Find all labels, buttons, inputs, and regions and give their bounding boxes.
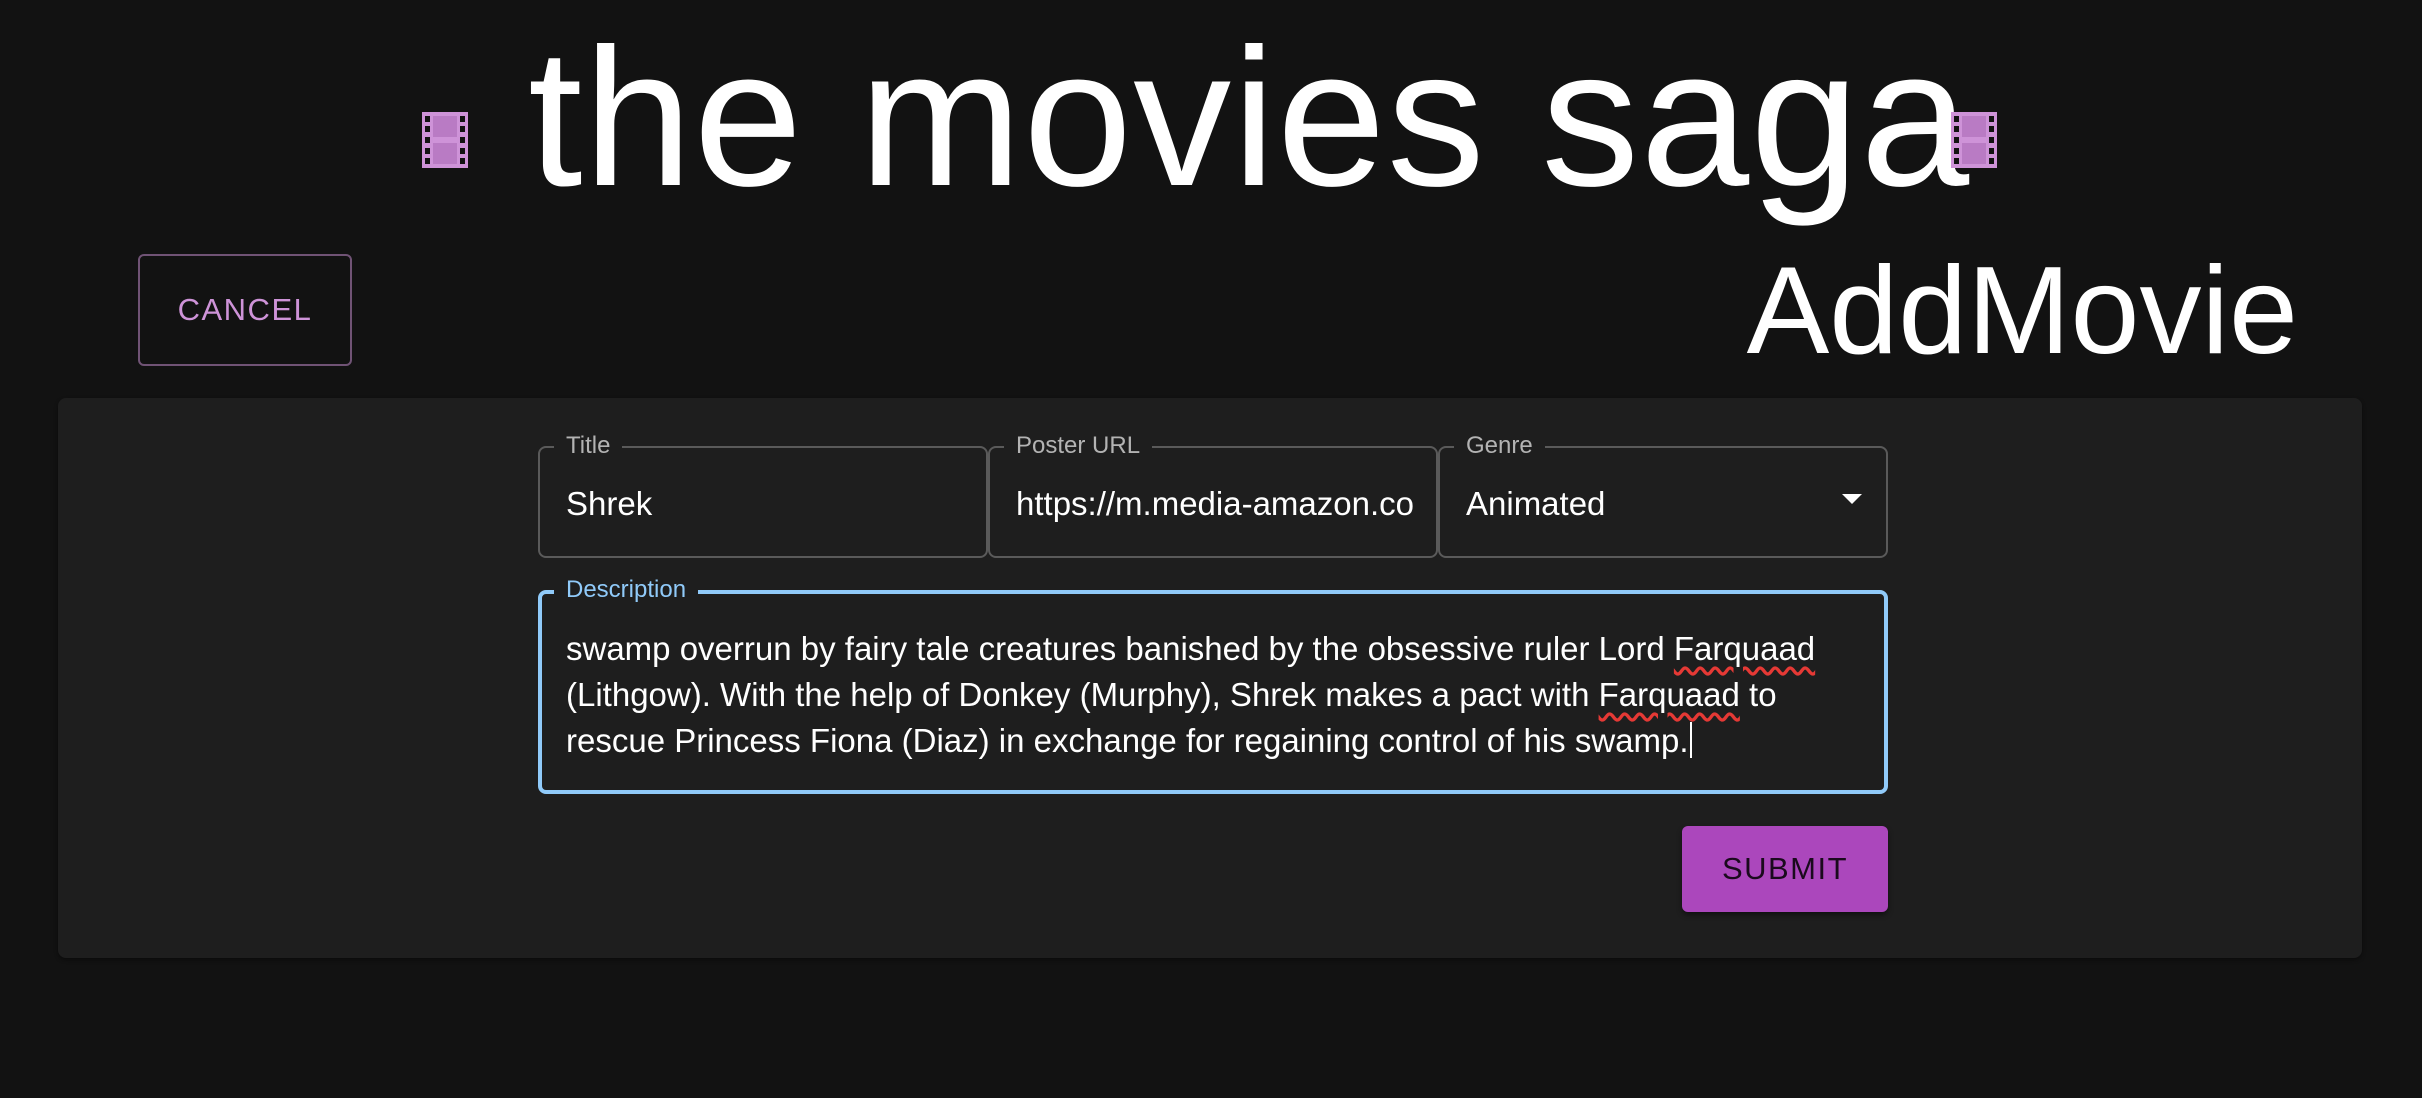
misspelled-word: Farquaad <box>1673 630 1816 667</box>
description-textarea[interactable]: swamp overrun by fairy tale creatures ba… <box>566 626 1860 764</box>
description-text: swamp overrun by fairy tale creatures ba… <box>566 630 1674 667</box>
poster-url-input[interactable]: https://m.media-amazon.co <box>1016 482 1426 526</box>
genre-selected-value[interactable]: Animated <box>1466 482 1876 526</box>
submit-button[interactable]: SUBMIT <box>1682 826 1888 912</box>
dropdown-arrow-icon[interactable] <box>1842 494 1862 504</box>
poster-url-label: Poster URL <box>1004 428 1153 464</box>
title-input[interactable]: Shrek <box>566 482 976 526</box>
title-label: Title <box>554 428 623 464</box>
app-title: the movies saga <box>528 8 1971 227</box>
poster-url-field[interactable]: Poster URL https://m.media-amazon.co <box>988 428 1438 558</box>
text-cursor <box>1689 722 1692 758</box>
header: the movies saga <box>0 0 2422 240</box>
description-field[interactable]: Description swamp overrun by fairy tale … <box>538 572 1888 794</box>
genre-label: Genre <box>1454 428 1545 464</box>
genre-select[interactable]: Genre Animated <box>1438 428 1888 558</box>
film-icon <box>1951 112 1997 168</box>
description-text: (Lithgow). With the help of Donkey (Murp… <box>566 676 1599 713</box>
misspelled-word: Farquaad <box>1598 676 1740 713</box>
title-field[interactable]: Title Shrek <box>538 428 988 558</box>
description-label: Description <box>554 572 699 608</box>
film-icon <box>422 112 468 168</box>
cancel-button[interactable]: CANCEL <box>138 254 352 366</box>
page-title: AddMovie <box>1746 242 2298 380</box>
